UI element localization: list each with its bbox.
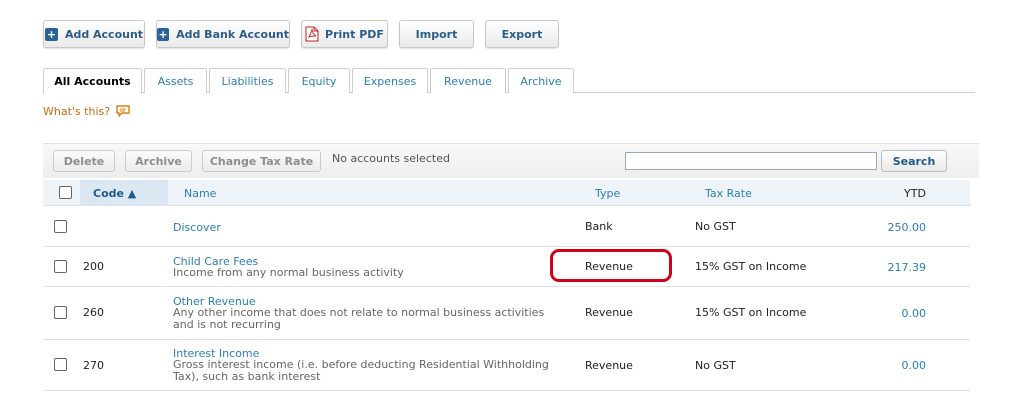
tax-rate-column-header[interactable]: Tax Rate — [705, 187, 752, 200]
tab-revenue[interactable]: Revenue — [430, 68, 506, 93]
tab-assets[interactable]: Assets — [144, 68, 207, 93]
account-description: Gross interest income (i.e. before deduc… — [173, 358, 549, 383]
type-column-header[interactable]: Type — [595, 187, 620, 200]
add-bank-account-label: Add Bank Account — [176, 27, 289, 41]
highlight-annotation — [550, 249, 672, 282]
account-code: 200 — [83, 260, 104, 273]
account-tax-rate: 15% GST on Income — [695, 260, 807, 273]
account-ytd[interactable]: 250.00 — [846, 221, 927, 234]
tab-all-accounts[interactable]: All Accounts — [43, 68, 142, 94]
account-tabs: All Accounts Assets Liabilities Equity E… — [43, 68, 975, 94]
account-type: Bank — [585, 220, 613, 233]
speech-bubble-icon — [116, 105, 130, 117]
code-header-label: Code ▲ — [93, 187, 137, 200]
add-account-label: Add Account — [64, 27, 144, 41]
table-row: 270 Interest Income Gross interest incom… — [43, 340, 970, 391]
export-button[interactable]: Export — [485, 20, 559, 48]
row-checkbox[interactable] — [54, 358, 67, 371]
ytd-column-header[interactable]: YTD — [904, 187, 926, 200]
name-column-header[interactable]: Name — [184, 187, 216, 200]
tab-liabilities[interactable]: Liabilities — [209, 68, 286, 93]
table-row: 260 Other Revenue Any other income that … — [43, 287, 970, 340]
delete-button[interactable]: Delete — [53, 150, 115, 172]
row-checkbox[interactable] — [54, 260, 67, 273]
import-label: Import — [415, 27, 458, 41]
search-button[interactable]: Search — [881, 150, 947, 172]
tab-expenses[interactable]: Expenses — [352, 68, 428, 93]
row-checkbox[interactable] — [54, 220, 67, 233]
toolbar: + Add Account + Add Bank Account Print P… — [43, 20, 563, 50]
add-bank-account-button[interactable]: + Add Bank Account — [156, 20, 290, 48]
change-tax-rate-button[interactable]: Change Tax Rate — [202, 150, 321, 172]
account-tax-rate: No GST — [695, 220, 736, 233]
action-bar: Delete Archive Change Tax Rate No accoun… — [43, 143, 979, 178]
selection-status: No accounts selected — [332, 152, 450, 165]
account-ytd[interactable]: 0.00 — [846, 307, 927, 320]
account-name-link[interactable]: Discover — [173, 221, 221, 234]
add-account-button[interactable]: + Add Account — [43, 20, 145, 48]
whats-this-label: What's this? — [43, 104, 111, 118]
row-checkbox[interactable] — [54, 306, 67, 319]
code-column-header[interactable]: Code ▲ — [80, 180, 168, 206]
table-row: 200 Child Care Fees Income from any norm… — [43, 247, 970, 287]
search-input[interactable] — [625, 152, 877, 170]
archive-button[interactable]: Archive — [125, 150, 192, 172]
account-type: Revenue — [585, 306, 633, 319]
table-header: Code ▲ Name Type Tax Rate YTD — [43, 180, 970, 206]
account-description: Income from any normal business activity — [173, 266, 404, 279]
tab-archive[interactable]: Archive — [508, 68, 574, 93]
account-code: 260 — [83, 306, 104, 319]
plus-icon: + — [44, 27, 58, 41]
pdf-icon — [305, 26, 319, 42]
export-label: Export — [501, 27, 543, 41]
account-code: 270 — [83, 359, 104, 372]
account-type: Revenue — [585, 359, 633, 372]
account-tax-rate: 15% GST on Income — [695, 306, 807, 319]
import-button[interactable]: Import — [399, 20, 474, 48]
table-row: Discover Bank No GST 250.00 — [43, 207, 970, 247]
account-ytd[interactable]: 0.00 — [846, 359, 927, 372]
plus-icon: + — [157, 27, 170, 41]
whats-this-link[interactable]: What's this? — [43, 104, 131, 118]
print-pdf-button[interactable]: Print PDF — [301, 20, 388, 48]
account-tax-rate: No GST — [695, 359, 736, 372]
tab-equity[interactable]: Equity — [288, 68, 350, 93]
print-pdf-label: Print PDF — [325, 27, 384, 41]
select-all-checkbox[interactable] — [59, 186, 72, 199]
account-ytd[interactable]: 217.39 — [846, 261, 927, 274]
account-description: Any other income that does not relate to… — [173, 306, 545, 331]
